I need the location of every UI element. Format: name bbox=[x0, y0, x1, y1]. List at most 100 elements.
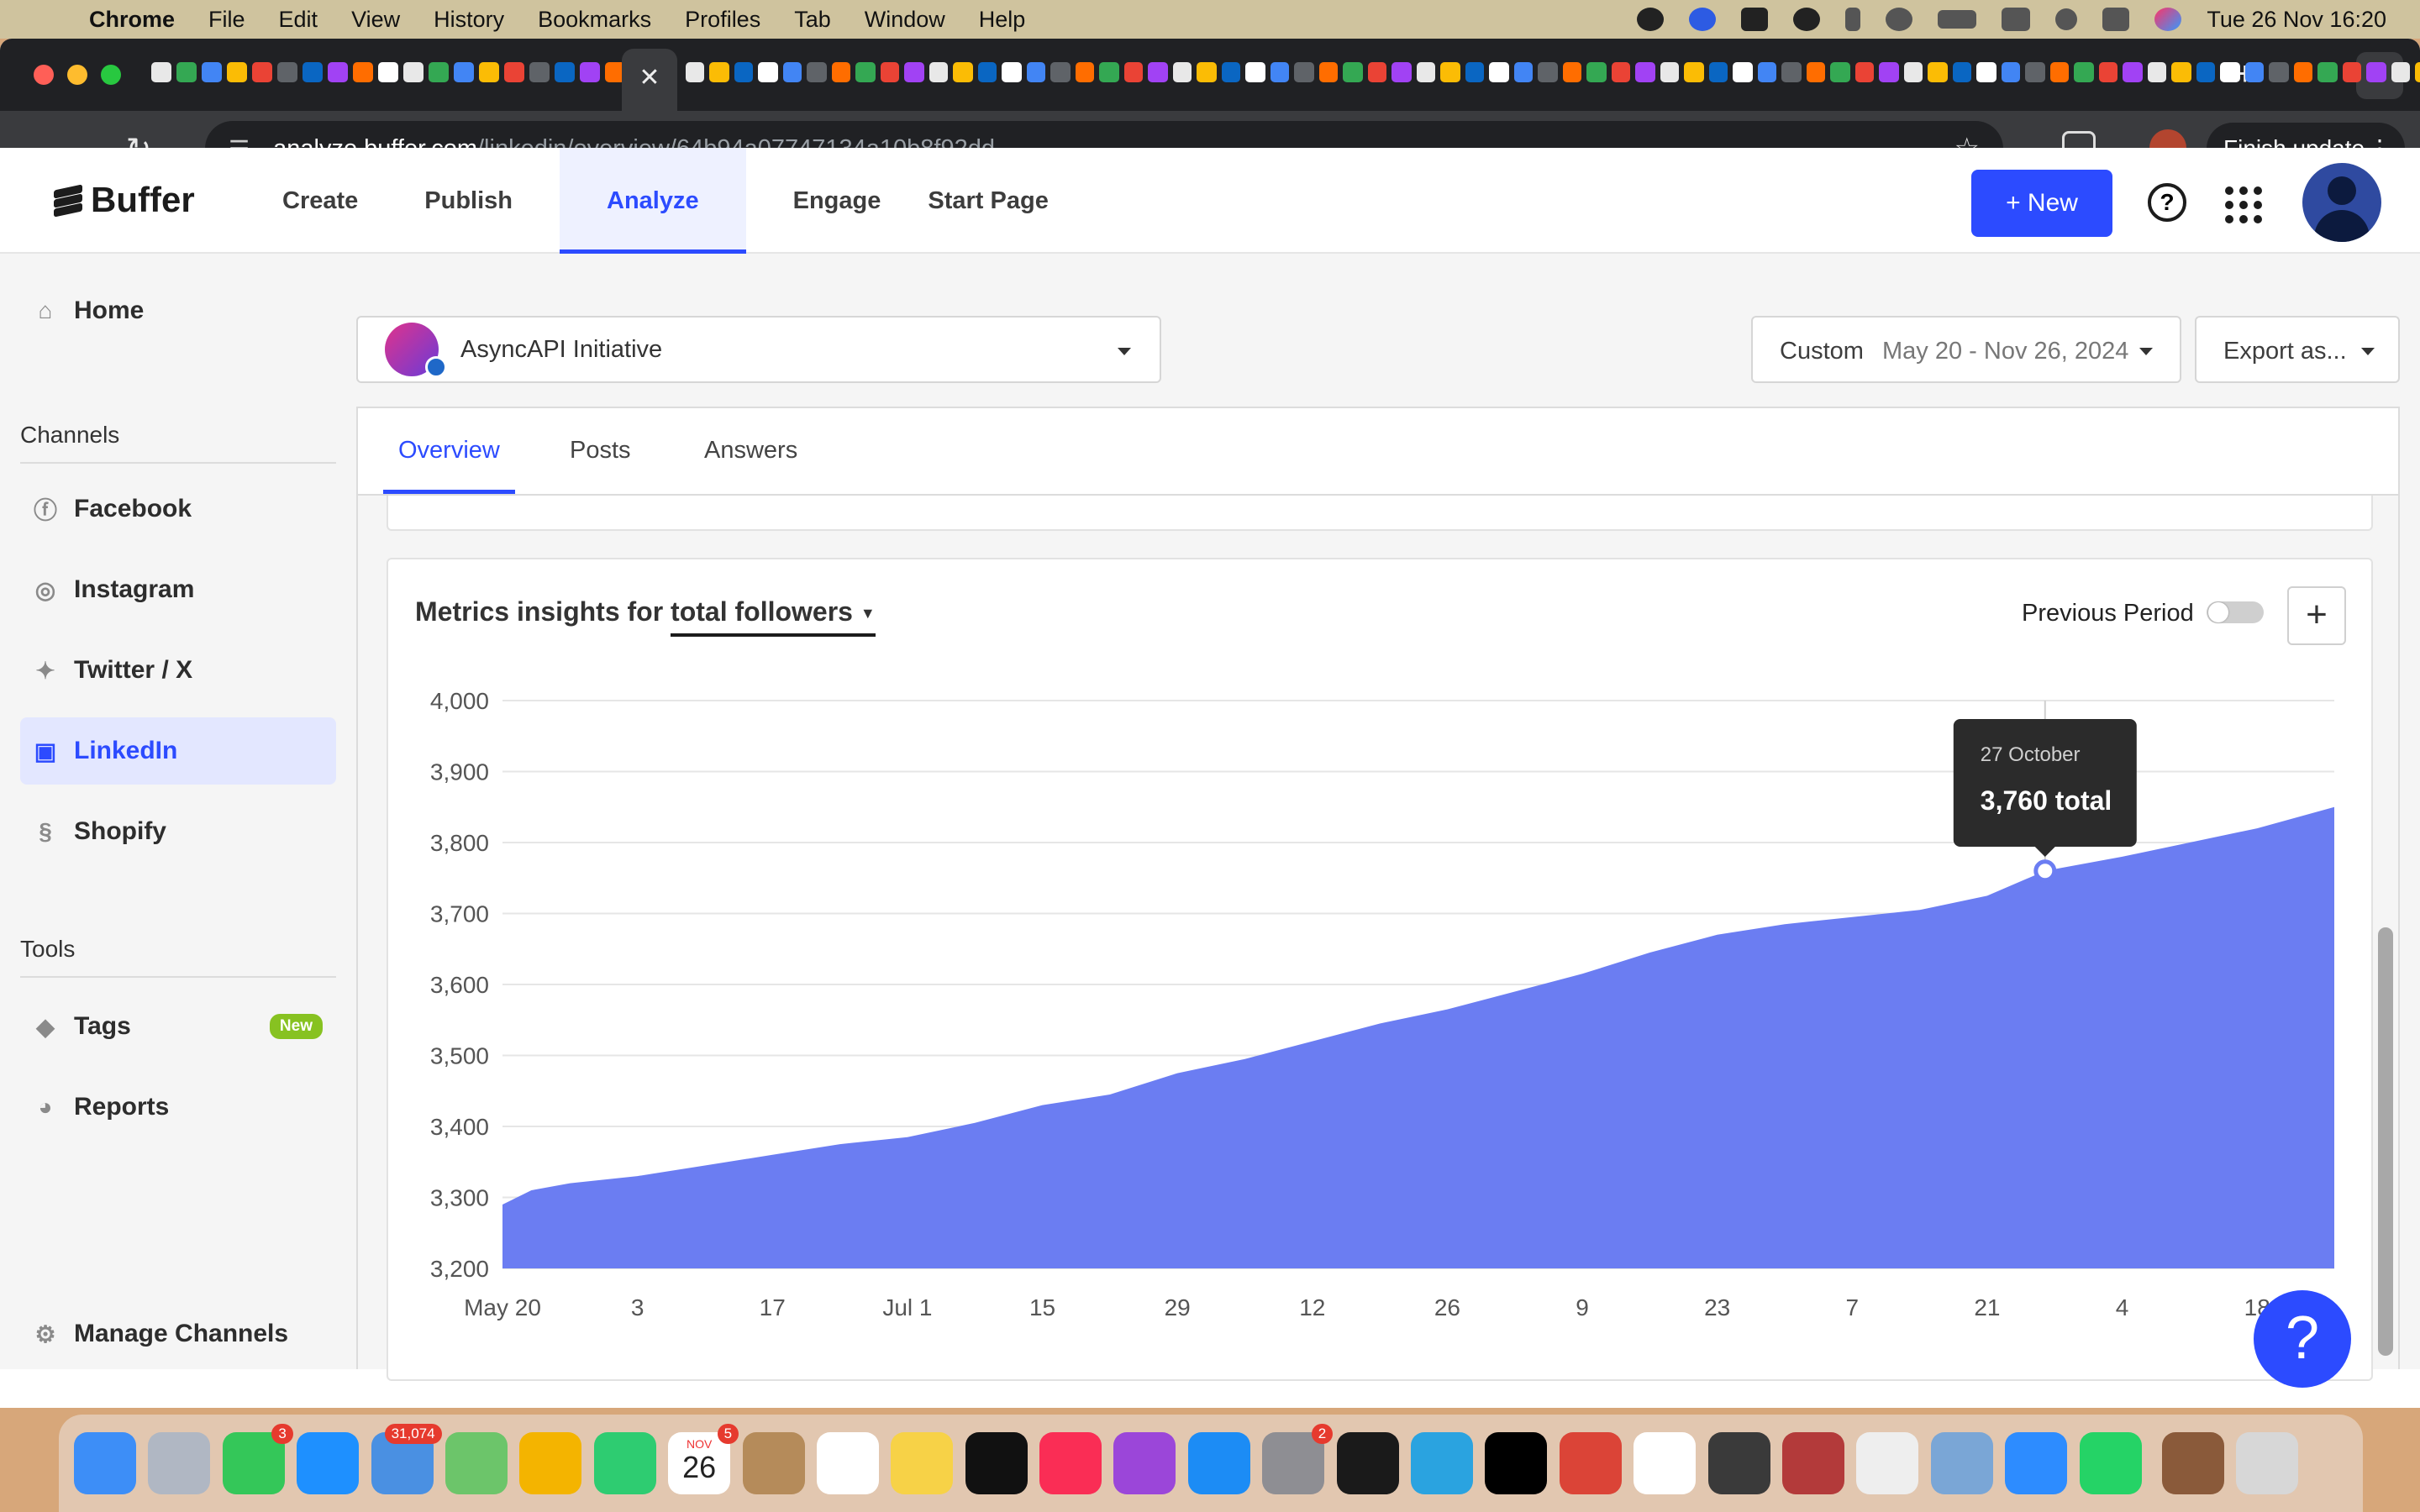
siri-icon[interactable] bbox=[2154, 8, 2182, 31]
facetime-icon[interactable] bbox=[593, 1432, 656, 1494]
nav-analyze[interactable]: Analyze bbox=[560, 148, 746, 254]
messages-icon[interactable]: 3 bbox=[222, 1424, 293, 1494]
tab-favicon[interactable] bbox=[2220, 62, 2240, 82]
menu-profiles[interactable]: Profiles bbox=[685, 7, 760, 33]
grammarly-icon[interactable] bbox=[1637, 8, 1665, 31]
tab-favicon[interactable] bbox=[978, 62, 997, 82]
sidebar-item-manage-channels[interactable]: ⚙ Manage Channels bbox=[20, 1300, 336, 1368]
tab-favicon[interactable] bbox=[1222, 62, 1240, 82]
tab-posts[interactable]: Posts bbox=[570, 408, 631, 494]
tab-favicon[interactable] bbox=[1027, 62, 1045, 82]
tab-favicon[interactable] bbox=[277, 62, 297, 82]
nav-engage[interactable]: Engage bbox=[746, 148, 929, 254]
sidebar-item-facebook[interactable]: ⓕ Facebook bbox=[20, 475, 336, 543]
tab-answers[interactable]: Answers bbox=[704, 408, 797, 494]
tab-favicon[interactable] bbox=[1953, 62, 1971, 82]
menu-file[interactable]: File bbox=[208, 7, 245, 33]
followers-area-series[interactable] bbox=[502, 806, 2334, 1268]
terminal-icon[interactable] bbox=[1336, 1432, 1399, 1494]
active-tab[interactable]: ✕ bbox=[622, 49, 677, 111]
zoom-status-icon[interactable] bbox=[1689, 8, 1717, 31]
tab-favicon[interactable] bbox=[2343, 62, 2361, 82]
sidebar-item-tags[interactable]: ◆ Tags New bbox=[20, 993, 336, 1060]
tab-favicon[interactable] bbox=[758, 62, 778, 82]
apps-grid-icon[interactable] bbox=[2225, 186, 2262, 223]
tab-favicon[interactable] bbox=[403, 62, 424, 82]
tab-favicon[interactable] bbox=[504, 62, 524, 82]
tab-favicon[interactable] bbox=[2074, 62, 2094, 82]
tab-favicon[interactable] bbox=[1538, 62, 1558, 82]
pinned-tab-favicons[interactable] bbox=[151, 62, 676, 89]
tab-favicon[interactable] bbox=[2415, 62, 2420, 82]
tab-favicon[interactable] bbox=[353, 62, 373, 82]
photos-icon[interactable] bbox=[519, 1432, 582, 1494]
tab-favicon[interactable] bbox=[1124, 62, 1143, 82]
tab-favicon[interactable] bbox=[555, 62, 575, 82]
tab-favicon[interactable] bbox=[1417, 62, 1435, 82]
user-avatar[interactable] bbox=[2302, 163, 2381, 242]
mail-icon[interactable]: 31,074 bbox=[371, 1424, 442, 1494]
tab-favicon[interactable] bbox=[1758, 62, 1776, 82]
tab-favicon[interactable] bbox=[2171, 62, 2191, 82]
safari-icon[interactable] bbox=[297, 1432, 360, 1494]
tab-favicon[interactable] bbox=[2002, 62, 2020, 82]
tab-favicon[interactable] bbox=[2148, 62, 2166, 82]
slack-icon[interactable] bbox=[1634, 1432, 1697, 1494]
dictionary-icon[interactable] bbox=[1781, 1432, 1844, 1494]
zoom-window-button[interactable] bbox=[101, 65, 121, 85]
tab-favicon[interactable] bbox=[1173, 62, 1192, 82]
appstore-icon[interactable] bbox=[1187, 1432, 1250, 1494]
tab-favicon[interactable] bbox=[1879, 62, 1899, 82]
menu-view[interactable]: View bbox=[351, 7, 400, 33]
sidebar-item-home[interactable]: ⌂ Home bbox=[20, 277, 336, 344]
tab-favicon[interactable] bbox=[2317, 62, 2338, 82]
tab-favicon[interactable] bbox=[1612, 62, 1630, 82]
menu-bookmarks[interactable]: Bookmarks bbox=[538, 7, 651, 33]
tab-favicon[interactable] bbox=[176, 62, 197, 82]
tab-favicon[interactable] bbox=[1076, 62, 1094, 82]
tab-favicon[interactable] bbox=[2245, 62, 2264, 82]
tab-favicon[interactable] bbox=[202, 62, 222, 82]
quicktime-icon[interactable] bbox=[1707, 1432, 1770, 1494]
tab-favicon[interactable] bbox=[1270, 62, 1289, 82]
tab-favicon[interactable] bbox=[580, 62, 600, 82]
tab-favicon[interactable] bbox=[252, 62, 272, 82]
menu-window[interactable]: Window bbox=[865, 7, 945, 33]
minimize-window-button[interactable] bbox=[67, 65, 87, 85]
tab-favicon[interactable] bbox=[1976, 62, 1996, 82]
export-button[interactable]: Export as... bbox=[2195, 316, 2400, 383]
tab-favicon[interactable] bbox=[429, 62, 449, 82]
buffer-logo[interactable]: Buffer bbox=[54, 180, 195, 220]
tab-favicon[interactable] bbox=[454, 62, 474, 82]
downloads-icon[interactable] bbox=[2161, 1432, 2224, 1494]
tab-favicon[interactable] bbox=[1440, 62, 1460, 82]
tab-overview[interactable]: Overview bbox=[383, 408, 515, 494]
tab-favicon[interactable] bbox=[1197, 62, 1217, 82]
tab-favicon[interactable] bbox=[1465, 62, 1484, 82]
tab-favicon[interactable] bbox=[1002, 62, 1022, 82]
tab-favicon[interactable] bbox=[328, 62, 348, 82]
menu-tab[interactable]: Tab bbox=[794, 7, 831, 33]
tab-favicon[interactable] bbox=[686, 62, 704, 82]
tab-favicon[interactable] bbox=[1855, 62, 1874, 82]
sidebar-item-instagram[interactable]: ◎ Instagram bbox=[20, 556, 336, 623]
tab-favicon[interactable] bbox=[378, 62, 398, 82]
zoom-icon[interactable] bbox=[2005, 1432, 2068, 1494]
menu-help[interactable]: Help bbox=[979, 7, 1026, 33]
tab-favicon[interactable] bbox=[2050, 62, 2069, 82]
tab-favicons[interactable] bbox=[686, 62, 2420, 89]
finder-icon[interactable] bbox=[74, 1432, 136, 1494]
tab-favicon[interactable] bbox=[1099, 62, 1119, 82]
tab-favicon[interactable] bbox=[1635, 62, 1655, 82]
nav-start-page[interactable]: Start Page bbox=[928, 148, 1095, 254]
new-post-button[interactable]: + New bbox=[1971, 170, 2112, 237]
whatsapp-icon[interactable] bbox=[2079, 1432, 2142, 1494]
tab-favicon[interactable] bbox=[1904, 62, 1923, 82]
date-range-selector[interactable]: Custom May 20 - Nov 26, 2024 bbox=[1751, 316, 2181, 383]
tab-favicon[interactable] bbox=[2294, 62, 2312, 82]
tab-favicon[interactable] bbox=[1294, 62, 1314, 82]
tab-favicon[interactable] bbox=[855, 62, 876, 82]
tab-favicon[interactable] bbox=[881, 62, 899, 82]
close-tab-icon[interactable]: ✕ bbox=[639, 64, 660, 92]
tab-favicon[interactable] bbox=[479, 62, 499, 82]
